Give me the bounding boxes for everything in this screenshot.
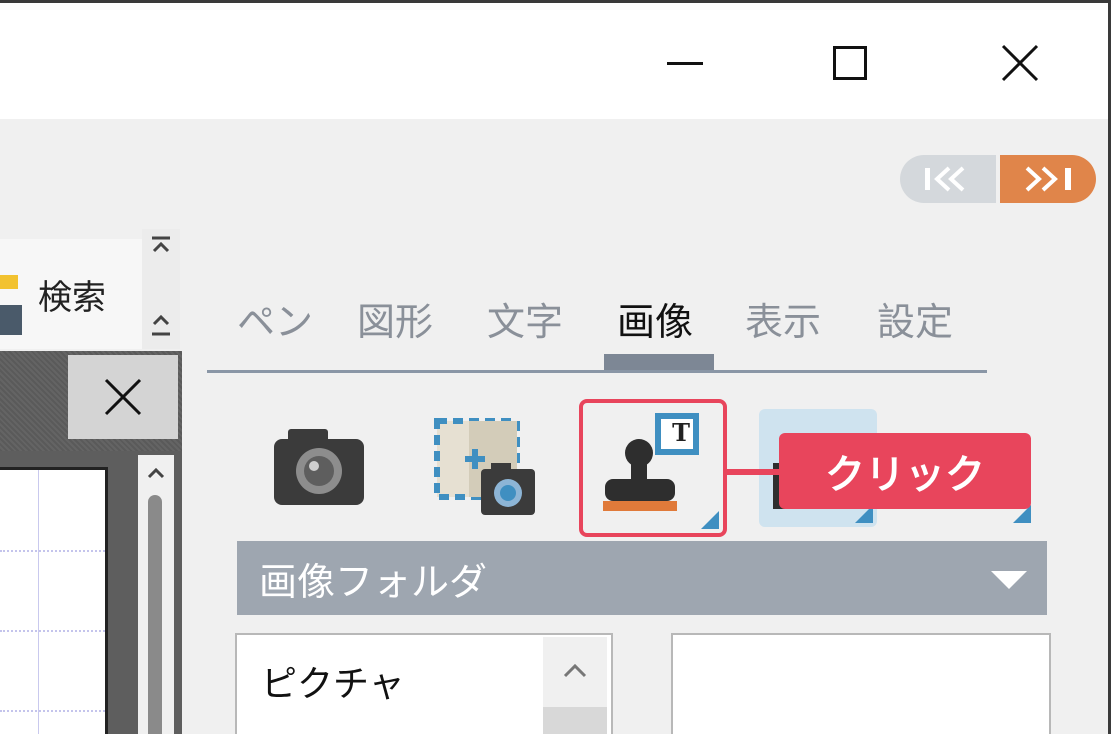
drawing-canvas[interactable]: [0, 467, 108, 734]
toolbar-strip: [0, 119, 1108, 229]
page-navigator: [900, 155, 1096, 203]
close-window-button[interactable]: [980, 23, 1060, 103]
active-tab-indicator: [604, 354, 714, 370]
image-preview: [671, 633, 1051, 734]
tab-pen[interactable]: ペン: [237, 291, 313, 357]
tool-panel: ペン 図形 文字 画像 表示 設定 T クリック 画像フォルダ ピクチャ: [185, 229, 1108, 734]
image-folder-label: 画像フォルダ: [259, 560, 488, 604]
tab-bar: ペン 図形 文字 画像 表示 設定: [207, 291, 987, 373]
grid-line: [0, 710, 105, 712]
search-label: 検索: [38, 277, 106, 318]
camera-icon: [274, 429, 364, 505]
chevron-up-icon: [563, 663, 587, 678]
left-pane: 検索: [0, 229, 185, 734]
scroll-bottom-button[interactable]: [150, 315, 172, 339]
maximize-icon: [833, 46, 867, 80]
minimize-button[interactable]: [645, 23, 725, 103]
callout-connector: [727, 469, 783, 475]
stamp-tool-button[interactable]: T: [579, 399, 727, 537]
list-item-pictures[interactable]: ピクチャ: [261, 655, 405, 707]
rewind-icon: [925, 166, 965, 192]
tab-image[interactable]: 画像: [617, 291, 693, 357]
click-callout: クリック: [779, 433, 1031, 509]
tab-view[interactable]: 表示: [745, 291, 821, 357]
scrollbar-thumb[interactable]: [148, 495, 162, 734]
submenu-indicator-icon: [701, 511, 719, 529]
search-button[interactable]: 検索: [0, 239, 142, 349]
close-document-button[interactable]: [68, 355, 178, 439]
screen-capture-tool-button[interactable]: [423, 407, 543, 527]
document-tab-bar: [0, 351, 182, 451]
maximize-button[interactable]: [810, 23, 890, 103]
image-folder-dropdown[interactable]: 画像フォルダ: [237, 541, 1047, 615]
canvas-scrollbar[interactable]: [138, 455, 174, 734]
chevron-up-icon: [152, 236, 170, 253]
tab-shape[interactable]: 図形: [357, 291, 433, 357]
last-page-button[interactable]: [1000, 155, 1096, 203]
tab-text[interactable]: 文字: [487, 291, 563, 357]
chevron-down-icon: [991, 571, 1027, 589]
first-page-button[interactable]: [900, 155, 996, 203]
screen-capture-icon: [434, 418, 535, 515]
folder-list: ピクチャ: [235, 633, 613, 734]
title-bar: [0, 3, 1108, 119]
minimize-icon: [667, 61, 703, 65]
close-icon: [1001, 44, 1039, 82]
mini-scrollbar[interactable]: [142, 229, 180, 349]
folder-list-scrollbar[interactable]: [543, 637, 607, 734]
close-icon: [104, 378, 142, 416]
grid-line: [0, 630, 105, 632]
tab-settings[interactable]: 設定: [877, 291, 953, 357]
stamp-text-badge: T: [672, 417, 690, 447]
canvas-area: [0, 451, 182, 734]
search-tool-icon: [0, 275, 22, 335]
app-window: 検索 ペン 図形 文字 画像 表示 設定 T クリック 画像フォルダ ピクチャ: [0, 0, 1111, 734]
camera-tool-button[interactable]: [250, 407, 370, 527]
grid-line: [0, 550, 105, 552]
scrollbar-thumb[interactable]: [543, 707, 607, 734]
fast-forward-icon: [1025, 166, 1071, 192]
scroll-up-button[interactable]: [543, 637, 607, 703]
chevron-up-icon: [152, 315, 170, 336]
chevron-up-icon: [147, 467, 165, 479]
scroll-top-button[interactable]: [150, 235, 172, 259]
